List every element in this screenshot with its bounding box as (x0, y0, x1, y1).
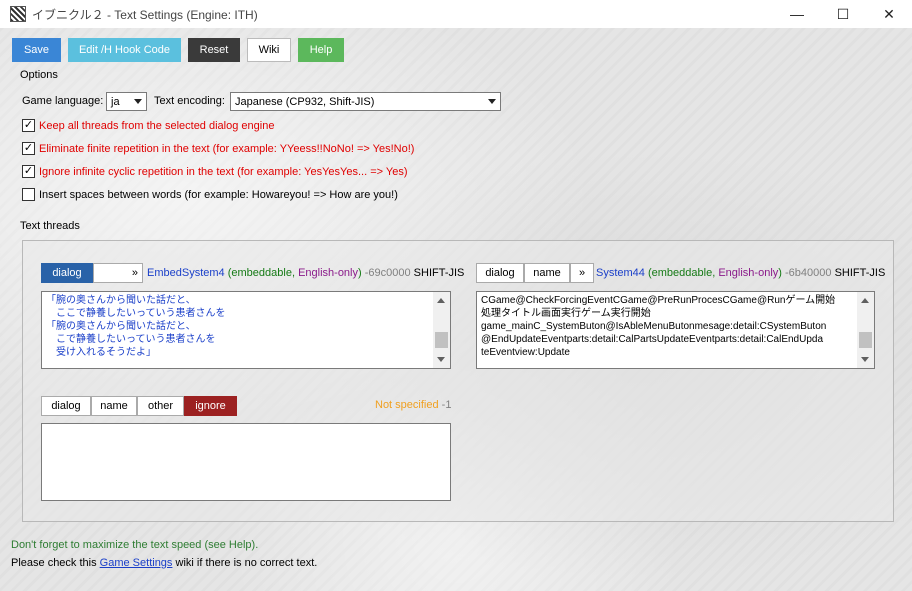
minimize-button[interactable]: — (774, 0, 820, 28)
thread-english-only: English-only (298, 267, 358, 279)
thread-close-paren: ) (778, 267, 782, 279)
maximize-icon: ☐ (836, 5, 850, 22)
speed-tip: Don't forget to maximize the text speed … (11, 539, 259, 551)
eliminate-repetition-label[interactable]: Eliminate finite repetition in the text … (39, 143, 414, 155)
scroll-thumb[interactable] (435, 332, 448, 348)
check-icon: ✓ (23, 165, 34, 177)
text-encoding-value: Japanese (CP932, Shift-JIS) (235, 95, 375, 108)
thread-embeddable: embeddable (231, 267, 292, 279)
scroll-up-icon (861, 298, 869, 303)
thread-encoding: SHIFT-JIS (413, 267, 465, 279)
game-language-label: Game language: (22, 95, 104, 107)
game-language-value: ja (111, 95, 120, 108)
close-button[interactable]: ✕ (866, 0, 912, 28)
tab-name[interactable]: name (524, 263, 570, 283)
thread1-text: 「腕の奥さんから聞いた話だと、 ここで静養したいっていう患者さんを 「腕の奥さん… (46, 295, 226, 358)
check-icon: ✓ (23, 142, 34, 154)
keep-threads-checkbox[interactable]: ✓ (22, 119, 35, 132)
insert-spaces-checkbox[interactable] (22, 188, 35, 201)
more-tabs-button[interactable]: » (570, 263, 594, 283)
app-icon (10, 6, 26, 22)
scroll-up-icon (437, 298, 445, 303)
thread2-scrollbar[interactable] (857, 292, 874, 368)
title-bar: イブニクル２ - Text Settings (Engine: ITH) — ☐… (0, 0, 912, 28)
thread3-status: Not specified -1 (375, 399, 451, 411)
text-threads-group: dialog » EmbedSystem4 (embeddable, Engli… (22, 240, 894, 522)
help-button[interactable]: Help (298, 38, 344, 62)
tab-name[interactable]: name (91, 396, 137, 416)
thread3-textbox[interactable] (41, 423, 451, 501)
chevron-down-icon (488, 99, 496, 104)
thread-comma: , (712, 267, 716, 279)
game-settings-link[interactable]: Game Settings (100, 557, 173, 569)
thread-name: EmbedSystem4 (147, 267, 225, 279)
check-suffix: wiki if there is no correct text. (175, 557, 318, 569)
save-button[interactable]: Save (12, 38, 61, 62)
chevron-down-icon (134, 99, 142, 104)
thread1-info: EmbedSystem4 (embeddable, English-only) … (147, 267, 464, 279)
thread-address: -6b40000 (785, 267, 832, 279)
close-icon: ✕ (883, 5, 895, 22)
thread-name: System44 (596, 267, 645, 279)
tab-dialog[interactable]: dialog (476, 263, 524, 283)
thread1-textbox[interactable]: 「腕の奥さんから聞いた話だと、 ここで静養したいっていう患者さんを 「腕の奥さん… (41, 291, 451, 369)
scroll-down-icon (437, 357, 445, 362)
thread1-tabs: dialog » (41, 263, 143, 283)
tab-ignore[interactable]: ignore (184, 396, 237, 416)
insert-spaces-label[interactable]: Insert spaces between words (for example… (39, 189, 398, 201)
thread-encoding: SHIFT-JIS (834, 267, 886, 279)
tab-dialog[interactable]: dialog (41, 396, 91, 416)
thread-close-paren: ) (358, 267, 362, 279)
maximize-button[interactable]: ☐ (820, 0, 866, 28)
check-prefix: Please check this (11, 557, 97, 569)
thread1-scrollbar[interactable] (433, 292, 450, 368)
check-icon: ✓ (23, 119, 34, 131)
eliminate-repetition-checkbox[interactable]: ✓ (22, 142, 35, 155)
scroll-thumb[interactable] (859, 332, 872, 348)
tab-dialog[interactable]: dialog (41, 263, 93, 283)
thread2-text: CGame@CheckForcingEventCGame@PreRunProce… (481, 295, 836, 358)
thread-address: -69c0000 (364, 267, 411, 279)
text-threads-heading: Text threads (20, 220, 80, 232)
thread3-tabs: dialog name other ignore (41, 396, 237, 416)
thread2-info: System44 (embeddable, English-only) -6b4… (596, 267, 885, 279)
ignore-cyclic-checkbox[interactable]: ✓ (22, 165, 35, 178)
thread-english-only: English-only (718, 267, 779, 279)
thread2-textbox[interactable]: CGame@CheckForcingEventCGame@PreRunProce… (476, 291, 875, 369)
thread-status: Not specified (375, 399, 439, 411)
reset-button[interactable]: Reset (188, 38, 240, 62)
thread-embeddable: embeddable (651, 267, 713, 279)
options-heading: Options (20, 69, 58, 81)
minimize-icon: — (790, 6, 804, 22)
text-encoding-label: Text encoding: (154, 95, 225, 107)
game-language-select[interactable]: ja (106, 92, 147, 111)
window-title: イブニクル２ - Text Settings (Engine: ITH) (32, 7, 258, 22)
thread-status-num: -1 (441, 399, 452, 411)
scroll-down-icon (861, 357, 869, 362)
wiki-button[interactable]: Wiki (247, 38, 291, 62)
edit-hook-code-button[interactable]: Edit /H Hook Code (68, 38, 181, 62)
ignore-cyclic-label[interactable]: Ignore infinite cyclic repetition in the… (39, 166, 408, 178)
more-tabs-button[interactable]: » (93, 263, 143, 283)
thread3-text (42, 424, 450, 428)
tab-other[interactable]: other (137, 396, 184, 416)
text-encoding-select[interactable]: Japanese (CP932, Shift-JIS) (230, 92, 501, 111)
check-wiki-line: Please check this Game Settings wiki if … (11, 557, 317, 569)
thread-comma: , (291, 267, 296, 279)
thread2-tabs: dialog name » (476, 263, 594, 283)
keep-threads-label[interactable]: Keep all threads from the selected dialo… (39, 120, 274, 132)
